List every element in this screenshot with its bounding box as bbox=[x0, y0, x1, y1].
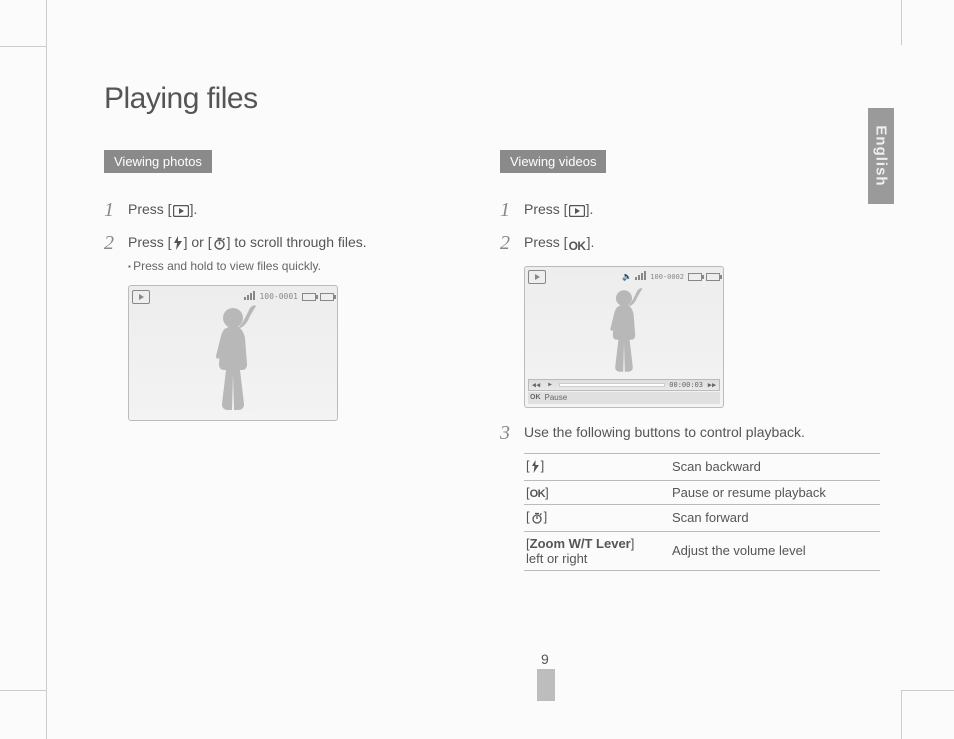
table-row: [] Scan backward bbox=[524, 453, 880, 480]
control-action: Pause or resume playback bbox=[670, 480, 880, 504]
video-counter: 100-0002 bbox=[650, 273, 684, 281]
pause-label: Pause bbox=[545, 393, 568, 402]
step-number: 3 bbox=[500, 422, 524, 443]
step-text: ] or [ bbox=[184, 234, 212, 250]
control-table: [] Scan backward [OK] Pause or resume pl… bbox=[524, 453, 880, 571]
step-text: Press [ bbox=[524, 234, 568, 250]
page-number-tab bbox=[537, 669, 555, 701]
ok-icon: OK bbox=[530, 394, 541, 401]
step-text: Press [ bbox=[128, 234, 172, 250]
video-time: 00:00:03 bbox=[669, 381, 703, 389]
zoom-lever-label: Zoom W/T Lever bbox=[530, 536, 631, 551]
ok-bar: OK Pause bbox=[528, 392, 720, 404]
step-number: 2 bbox=[500, 232, 524, 255]
control-action: Scan backward bbox=[670, 453, 880, 480]
signal-icon bbox=[243, 291, 255, 302]
battery-icon bbox=[706, 273, 720, 281]
table-row: [Zoom W/T Lever]left or right Adjust the… bbox=[524, 531, 880, 570]
play-small-icon: ▶ bbox=[543, 381, 557, 388]
ok-icon: OK bbox=[530, 488, 546, 500]
control-action: Scan forward bbox=[670, 504, 880, 531]
control-key: [] bbox=[524, 504, 670, 531]
memory-icon bbox=[688, 273, 702, 281]
crop-mark bbox=[0, 46, 46, 47]
step-text: Press [ bbox=[128, 201, 172, 217]
crop-mark bbox=[0, 690, 46, 691]
rewind-icon: ◀◀ bbox=[529, 381, 543, 389]
play-icon bbox=[528, 270, 546, 284]
section-heading: Viewing videos bbox=[500, 150, 606, 173]
volume-icon: 🔈 bbox=[622, 272, 632, 281]
video-control-bar: ◀◀ ▶ 00:00:03 ▶▶ bbox=[528, 379, 720, 391]
step-1: 1 Press []. bbox=[104, 199, 474, 222]
ok-icon: OK bbox=[569, 238, 586, 255]
column-viewing-photos: Viewing photos 1 Press []. 2 Press [ ] or… bbox=[104, 150, 474, 421]
memory-icon bbox=[302, 293, 316, 301]
page-number: 9 bbox=[541, 651, 549, 667]
column-viewing-videos: Viewing videos 1 Press []. 2 Press [OK].… bbox=[500, 150, 882, 571]
person-silhouette bbox=[588, 285, 660, 377]
timer-icon bbox=[531, 512, 543, 527]
person-silhouette bbox=[188, 304, 278, 414]
video-playback-screenshot: 🔈 100-0002 ◀◀ ▶ 00:00:03 ▶▶ OK Pause bbox=[524, 266, 724, 408]
control-key: [] bbox=[524, 453, 670, 480]
crop-mark bbox=[901, 0, 902, 45]
step-number: 1 bbox=[104, 199, 128, 222]
page-title: Playing files bbox=[104, 82, 258, 116]
battery-icon bbox=[320, 293, 334, 301]
crop-mark bbox=[902, 690, 954, 691]
step-text: ]. bbox=[587, 234, 595, 250]
step-2: 2 Press [OK]. bbox=[500, 232, 882, 255]
photo-counter: 100-0001 bbox=[259, 292, 298, 301]
zoom-lever-sub: left or right bbox=[526, 551, 587, 566]
timer-icon bbox=[213, 235, 226, 255]
play-icon bbox=[173, 202, 189, 222]
step-number: 1 bbox=[500, 199, 524, 222]
table-row: [] Scan forward bbox=[524, 504, 880, 531]
control-key: [Zoom W/T Lever]left or right bbox=[524, 531, 670, 570]
table-row: [OK] Pause or resume playback bbox=[524, 480, 880, 504]
step-bullet: Press and hold to view files quickly. bbox=[128, 258, 474, 275]
crop-mark bbox=[901, 690, 902, 739]
step-3: 3 Use the following buttons to control p… bbox=[500, 422, 882, 443]
crop-mark bbox=[46, 0, 47, 739]
step-2: 2 Press [ ] or [ ] to scroll through files… bbox=[104, 232, 474, 275]
flash-icon bbox=[531, 460, 540, 476]
control-action: Adjust the volume level bbox=[670, 531, 880, 570]
step-text: ]. bbox=[586, 201, 594, 217]
signal-icon bbox=[634, 271, 646, 282]
step-1: 1 Press []. bbox=[500, 199, 882, 222]
step-text: ] to scroll through files. bbox=[227, 234, 367, 250]
step-text: ]. bbox=[190, 201, 198, 217]
section-heading: Viewing photos bbox=[104, 150, 212, 173]
progress-track bbox=[559, 383, 665, 387]
photo-playback-screenshot: 100-0001 bbox=[128, 285, 338, 421]
play-icon bbox=[132, 290, 150, 304]
flash-icon bbox=[173, 235, 183, 255]
control-key: [OK] bbox=[524, 480, 670, 504]
play-icon bbox=[569, 202, 585, 222]
step-text: Press [ bbox=[524, 201, 568, 217]
forward-icon: ▶▶ bbox=[705, 381, 719, 389]
step-text: Use the following buttons to control pla… bbox=[524, 422, 882, 443]
step-number: 2 bbox=[104, 232, 128, 275]
